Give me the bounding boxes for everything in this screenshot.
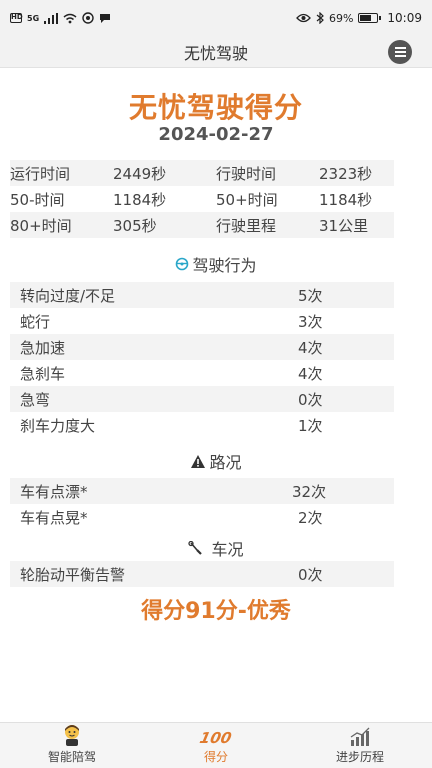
list-item: 急弯 0次 xyxy=(10,386,394,412)
behavior-list: 转向过度/不足 5次 蛇行 3次 急加速 4次 急刹车 4次 急弯 0次 刹车力度大 1次 xyxy=(10,282,394,438)
section-title: 路况 xyxy=(209,453,242,472)
item-name: 车有点漂* xyxy=(20,482,88,501)
stat-value: 1184秒 xyxy=(319,190,373,209)
item-name: 蛇行 xyxy=(20,312,51,331)
chat-icon xyxy=(100,13,111,23)
stat-label: 80+时间 xyxy=(10,216,72,235)
network-label: 5G xyxy=(27,13,40,23)
title-bar: 无忧驾驶 xyxy=(0,36,432,68)
stat-value: 1184秒 xyxy=(113,190,167,209)
item-value: 5次 xyxy=(298,286,323,305)
tab-glyph: 100 xyxy=(198,723,234,747)
stats-row: 运行时间 2449秒 行驶时间 2323秒 xyxy=(10,160,394,186)
list-item: 车有点漂* 32次 xyxy=(10,478,394,504)
stat-label: 行驶时间 xyxy=(216,164,277,183)
item-name: 车有点晃* xyxy=(20,508,88,527)
stat-label: 运行时间 xyxy=(10,164,71,183)
app-notification-icon xyxy=(82,12,94,24)
stat-value: 2323秒 xyxy=(319,164,373,183)
item-name: 刹车力度大 xyxy=(20,416,96,435)
item-value: 0次 xyxy=(298,565,323,584)
stat-value: 31公里 xyxy=(319,216,369,235)
tab-score[interactable]: 100 得分 xyxy=(144,723,288,768)
signal-icon xyxy=(44,12,59,24)
tab-label: 智能陪驾 xyxy=(47,750,96,764)
wrench-icon xyxy=(188,541,203,555)
status-time: 10:09 xyxy=(387,11,422,25)
vehicle-list: 轮胎动平衡告警 0次 xyxy=(10,561,394,587)
tab-label: 进步历程 xyxy=(335,750,384,764)
final-score: 得分91分-优秀 xyxy=(141,599,291,624)
item-name: 急刹车 xyxy=(20,364,66,383)
item-name: 转向过度/不足 xyxy=(20,286,116,305)
list-item: 蛇行 3次 xyxy=(10,308,394,334)
section-title: 车况 xyxy=(211,540,244,559)
list-item: 转向过度/不足 5次 xyxy=(10,282,394,308)
list-item: 刹车力度大 1次 xyxy=(10,412,394,438)
item-value: 32次 xyxy=(292,482,327,501)
progress-chart-icon xyxy=(350,727,370,746)
menu-icon xyxy=(394,47,406,49)
item-name: 急弯 xyxy=(20,390,51,409)
stats-row: 50-时间 1184秒 50+时间 1184秒 xyxy=(10,186,394,212)
section-heading-vehicle: 车况 xyxy=(0,536,432,560)
tab-glyph xyxy=(60,723,84,747)
stat-value: 305秒 xyxy=(113,216,157,235)
warning-icon xyxy=(191,454,206,468)
stat-label: 50+时间 xyxy=(216,190,278,209)
score-title: 无忧驾驶得分 xyxy=(128,91,303,124)
road-list: 车有点漂* 32次 车有点晃* 2次 xyxy=(10,478,394,530)
item-value: 0次 xyxy=(298,390,323,409)
status-bar: HD 5G 69% 10:09 xyxy=(0,0,432,36)
menu-icon-line xyxy=(394,51,406,53)
tab-progress-history[interactable]: 进步历程 xyxy=(288,723,432,768)
section-heading-road: 路况 xyxy=(0,449,432,473)
item-value: 4次 xyxy=(298,364,323,383)
page-title: 无忧驾驶 xyxy=(183,43,248,63)
item-value: 4次 xyxy=(298,338,323,357)
section-heading-behavior: 驾驶行为 xyxy=(0,252,432,276)
list-item: 急刹车 4次 xyxy=(10,360,394,386)
stat-label: 行驶里程 xyxy=(216,216,277,235)
status-right: 69% 10:09 xyxy=(296,11,422,25)
item-value: 3次 xyxy=(298,312,323,331)
battery-percent: 69% xyxy=(328,11,354,25)
status-left: HD 5G xyxy=(10,12,111,24)
list-item: 车有点晃* 2次 xyxy=(10,504,394,530)
stat-value: 2449秒 xyxy=(113,164,167,183)
score-100-icon: 100 xyxy=(198,729,234,747)
bottom-tab-bar: 智能陪驾 100 得分 进步历程 xyxy=(0,722,432,768)
list-item: 急加速 4次 xyxy=(10,334,394,360)
tab-label: 得分 xyxy=(203,750,228,764)
wifi-icon xyxy=(63,13,77,23)
stat-label: 50-时间 xyxy=(10,190,65,209)
item-name: 急加速 xyxy=(20,338,66,357)
steering-wheel-icon xyxy=(176,257,189,271)
menu-button[interactable] xyxy=(388,40,412,64)
stats-row: 80+时间 305秒 行驶里程 31公里 xyxy=(10,212,394,238)
tab-glyph xyxy=(349,723,371,747)
section-title: 驾驶行为 xyxy=(192,256,257,275)
eye-icon xyxy=(296,13,311,23)
battery-icon xyxy=(358,13,382,23)
item-value: 1次 xyxy=(298,416,323,435)
menu-icon-line xyxy=(394,55,406,57)
score-date: 2024-02-27 xyxy=(158,124,274,145)
mascot-icon xyxy=(65,725,79,746)
tab-smart-companion[interactable]: 智能陪驾 xyxy=(0,723,144,768)
item-value: 2次 xyxy=(298,508,323,527)
bluetooth-icon xyxy=(316,12,324,24)
hd-icon: HD xyxy=(10,13,23,23)
item-name: 轮胎动平衡告警 xyxy=(20,565,126,584)
stats-table: 运行时间 2449秒 行驶时间 2323秒 50-时间 1184秒 50+时间 … xyxy=(10,160,394,238)
list-item: 轮胎动平衡告警 0次 xyxy=(10,561,394,587)
